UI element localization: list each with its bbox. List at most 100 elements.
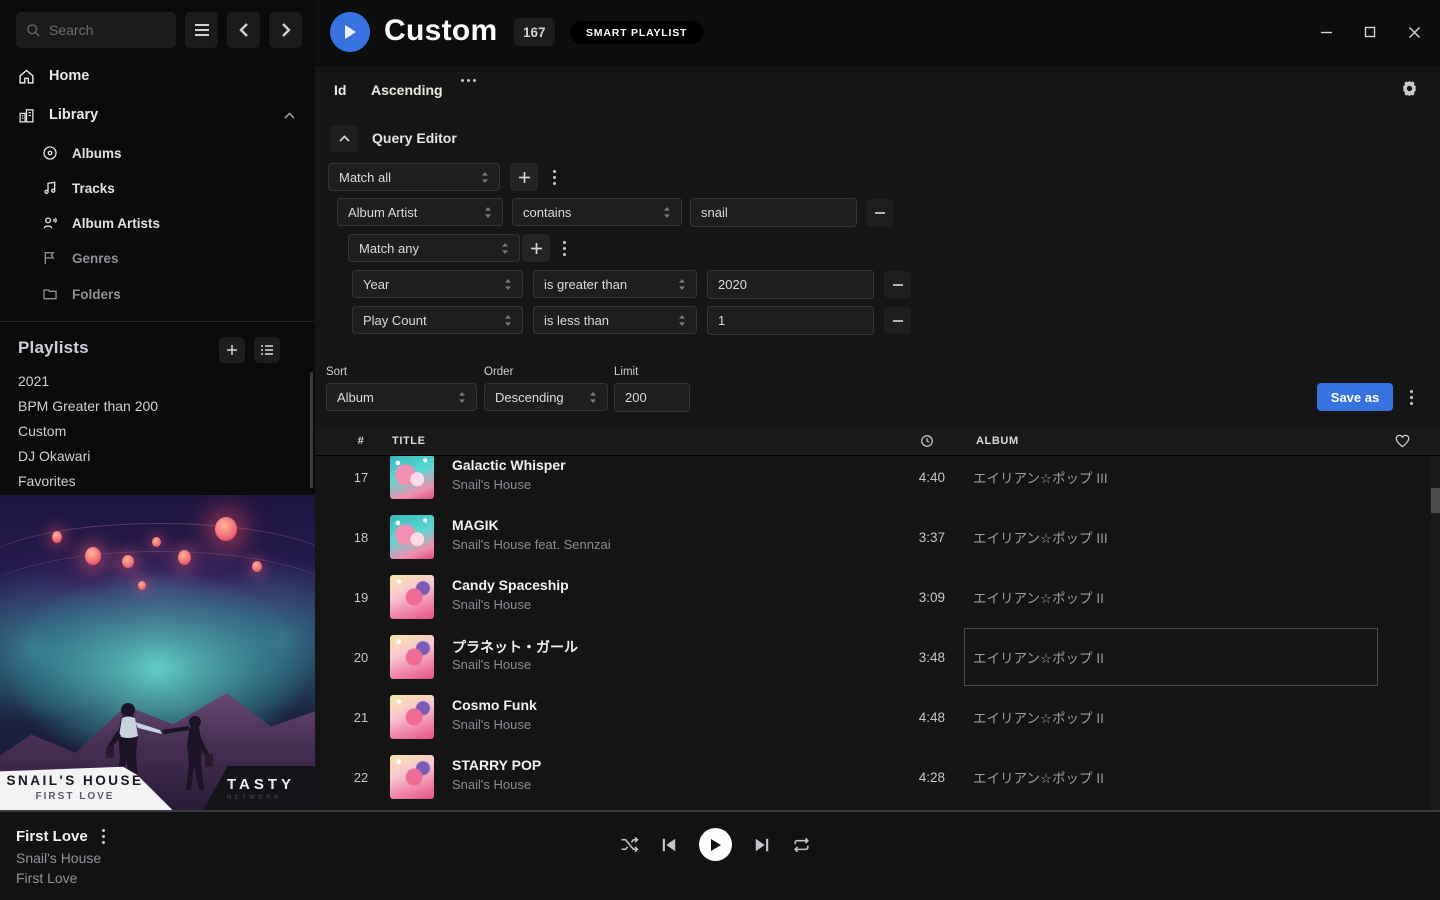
rule-operator-select[interactable]: is less than xyxy=(533,306,697,334)
playlist-item[interactable]: BPM Greater than 200 xyxy=(18,398,158,414)
previous-button[interactable] xyxy=(661,837,677,853)
track-album[interactable]: エイリアン☆ポップ III xyxy=(973,507,1108,567)
next-button[interactable] xyxy=(754,837,770,853)
shuffle-button[interactable] xyxy=(620,836,639,853)
flag-icon xyxy=(42,250,58,266)
rule-value-input[interactable] xyxy=(707,270,874,299)
sidebar-item-genres[interactable]: Genres xyxy=(0,245,315,271)
add-rule-button[interactable] xyxy=(510,163,538,191)
track-album[interactable]: エイリアン☆ポップ II xyxy=(973,747,1104,807)
play-playlist-button[interactable] xyxy=(330,12,370,52)
window-close-button[interactable] xyxy=(1400,18,1428,46)
chevron-up-icon[interactable] xyxy=(284,107,295,123)
remove-rule-button[interactable] xyxy=(866,199,893,226)
track-album[interactable]: エイリアン☆ポップ II xyxy=(973,567,1104,627)
sidebar-item-folders[interactable]: Folders xyxy=(0,281,315,307)
heart-icon[interactable] xyxy=(1395,426,1410,456)
rule-field-select[interactable]: Album Artist xyxy=(337,198,503,226)
track-album[interactable]: エイリアン☆ポップ II xyxy=(973,687,1104,747)
track-count-badge: 167 xyxy=(514,18,555,46)
now-playing-album[interactable]: First Love xyxy=(16,870,77,886)
sidebar-item-albums[interactable]: Albums xyxy=(0,140,315,166)
track-title[interactable]: Cosmo Funk xyxy=(452,697,537,713)
rule-operator-select[interactable]: contains xyxy=(512,198,682,226)
search-input[interactable] xyxy=(16,12,176,48)
select-chevrons-icon xyxy=(501,242,509,255)
table-scrollbar-thumb[interactable] xyxy=(1431,488,1440,513)
window-maximize-button[interactable] xyxy=(1356,18,1384,46)
track-artist[interactable]: Snail's House xyxy=(452,657,531,672)
settings-gear-button[interactable] xyxy=(1401,80,1418,102)
remove-rule-button[interactable] xyxy=(884,271,911,298)
sort-select[interactable]: Album xyxy=(326,383,477,411)
match-type-select[interactable]: Match all xyxy=(328,163,500,191)
repeat-icon xyxy=(792,837,811,853)
track-row[interactable]: 19 Candy Spaceship Snail's House 3:09 エイ… xyxy=(315,567,1440,627)
add-rule-button[interactable] xyxy=(522,234,550,262)
column-album[interactable]: ALBUM xyxy=(976,426,1019,456)
clock-icon[interactable] xyxy=(920,426,934,456)
repeat-button[interactable] xyxy=(792,837,811,853)
now-playing-title[interactable]: First Love xyxy=(16,828,88,845)
play-pause-button[interactable] xyxy=(699,828,732,861)
add-playlist-button[interactable] xyxy=(219,337,245,363)
track-artist[interactable]: Snail's House feat. Sennzai xyxy=(452,537,611,552)
track-row[interactable]: 21 Cosmo Funk Snail's House 4:48 エイリアン☆ポ… xyxy=(315,687,1440,747)
limit-input[interactable] xyxy=(614,383,690,412)
search-field[interactable] xyxy=(49,22,159,38)
group-menu-button[interactable] xyxy=(546,163,562,191)
menu-button[interactable] xyxy=(185,12,218,48)
playlists-title: Playlists xyxy=(18,338,89,358)
column-title[interactable]: TITLE xyxy=(392,426,426,456)
track-title[interactable]: Galactic Whisper xyxy=(452,457,566,473)
playlist-item[interactable]: 2021 xyxy=(18,373,49,389)
save-menu-button[interactable] xyxy=(1402,383,1420,411)
track-title[interactable]: プラネット・ガール xyxy=(452,637,578,657)
sort-field-button[interactable]: Id xyxy=(334,82,346,98)
sidebar-item-tracks[interactable]: Tracks xyxy=(0,175,315,201)
track-row[interactable]: 18 MAGIK Snail's House feat. Sennzai 3:3… xyxy=(315,507,1440,567)
nav-forward-button[interactable] xyxy=(269,12,302,48)
track-artist[interactable]: Snail's House xyxy=(452,597,531,612)
playlist-item[interactable]: DJ Okawari xyxy=(18,448,90,464)
query-editor-collapse-button[interactable] xyxy=(330,125,358,152)
track-row[interactable]: 17 Galactic Whisper Snail's House 4:40 エ… xyxy=(315,456,1440,507)
track-title[interactable]: STARRY POP xyxy=(452,757,541,773)
remove-rule-button[interactable] xyxy=(884,307,911,334)
sidebar-item-library[interactable]: Library xyxy=(0,101,315,129)
table-scrollbar[interactable] xyxy=(1431,456,1440,810)
column-index[interactable]: # xyxy=(351,426,371,456)
rule-value-input[interactable] xyxy=(707,306,874,335)
track-artist[interactable]: Snail's House xyxy=(452,777,531,792)
playlist-item[interactable]: Custom xyxy=(18,423,66,439)
nav-back-button[interactable] xyxy=(227,12,260,48)
track-artist[interactable]: Snail's House xyxy=(452,717,531,732)
playlist-item[interactable]: Favorites xyxy=(18,473,76,489)
track-title[interactable]: MAGIK xyxy=(452,517,499,533)
track-row[interactable]: 22 STARRY POP Snail's House 4:28 エイリアン☆ポ… xyxy=(315,747,1440,807)
sidebar-item-home[interactable]: Home xyxy=(0,62,315,90)
sidebar-item-album-artists[interactable]: Album Artists xyxy=(0,210,315,236)
more-options-button[interactable] xyxy=(461,79,476,82)
window-minimize-button[interactable] xyxy=(1312,18,1340,46)
now-playing-menu-button[interactable] xyxy=(102,829,105,844)
order-select[interactable]: Descending xyxy=(484,383,608,411)
sort-direction-button[interactable]: Ascending xyxy=(371,82,443,98)
now-playing-artist[interactable]: Snail's House xyxy=(16,850,101,866)
rule-field-select[interactable]: Year xyxy=(352,270,523,298)
rule-value-input[interactable] xyxy=(690,198,857,227)
now-playing-album-art[interactable]: SNAIL'S HOUSE FIRST LOVE TASTY NETWORK xyxy=(0,495,315,810)
playlist-list-button[interactable] xyxy=(254,337,280,363)
track-title[interactable]: Candy Spaceship xyxy=(452,577,569,593)
group-menu-button[interactable] xyxy=(556,234,572,262)
track-row[interactable]: 20 プラネット・ガール Snail's House 3:48 エイリアン☆ポッ… xyxy=(315,627,1440,687)
sidebar-item-label: Albums xyxy=(72,146,122,161)
rule-field-select[interactable]: Play Count xyxy=(352,306,523,334)
save-as-button[interactable]: Save as xyxy=(1317,383,1393,411)
playlist-scrollbar[interactable] xyxy=(310,372,313,488)
match-type-select[interactable]: Match any xyxy=(348,234,520,262)
track-album[interactable]: エイリアン☆ポップ II xyxy=(973,627,1104,687)
track-artist[interactable]: Snail's House xyxy=(452,477,531,492)
track-album[interactable]: エイリアン☆ポップ III xyxy=(973,456,1108,507)
rule-operator-select[interactable]: is greater than xyxy=(533,270,697,298)
